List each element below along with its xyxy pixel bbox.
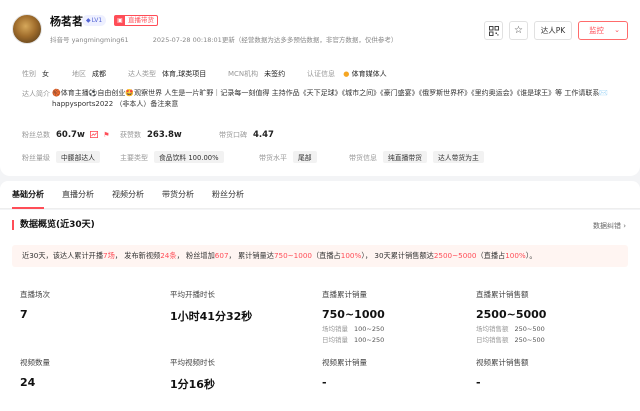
stat-live-gmv: 直播累计销售额 2500~5000 场均销售额 250~500 日均销售额 250~…	[476, 290, 547, 344]
chevron-down-icon: ⌄	[614, 26, 620, 34]
section-title: 数据概览(近30天)	[12, 220, 95, 230]
stat-video-gmv: 视频累计销售额 -	[476, 358, 529, 389]
fans-level: 粉丝量级 中腰部达人	[22, 151, 100, 163]
tab-fans-analysis[interactable]: 粉丝分析	[212, 181, 244, 209]
data-feedback-link[interactable]: 数据纠错 ›	[593, 221, 626, 231]
info-mcn: MCN机构 未签约	[228, 70, 286, 78]
verified-icon: ●	[343, 70, 350, 78]
tab-live-analysis[interactable]: 直播分析	[62, 181, 94, 209]
favorite-button[interactable]: ☆	[509, 21, 528, 40]
info-verification: 认证信息 ● 体育媒体人	[307, 70, 387, 78]
live-icon: ▣	[115, 16, 125, 25]
profile-card: 杨茗茗 ◆ LV1 ▣ 直播带货 抖音号 yangmingming61 2025…	[0, 0, 640, 176]
tab-basic-analysis[interactable]: 基础分析	[12, 181, 44, 209]
sales-reputation: 带货口碑 4.47	[219, 130, 274, 140]
tab-sales-analysis[interactable]: 带货分析	[162, 181, 194, 209]
stat-avg-live-duration: 平均开播时长 1小时41分32秒	[170, 290, 253, 323]
intro-label: 达人简介	[22, 90, 50, 98]
main-category: 主要类型 食品饮料 100.00%	[120, 151, 224, 163]
live-commerce-badge: ▣ 直播带货	[114, 15, 158, 26]
chevron-right-icon: ›	[623, 222, 626, 230]
summary-banner: 近30天，该达人累计开播7场， 发布新视频24条， 粉丝增加607， 累计销量达…	[12, 245, 628, 267]
star-icon: ☆	[514, 25, 523, 36]
stat-video-sales: 视频累计销量 -	[322, 358, 367, 389]
fans-total: 粉丝总数 60.7w ⚑	[22, 130, 110, 140]
data-overview-panel: 数据概览(近30天) 数据纠错 › 近30天，该达人累计开播7场， 发布新视频2…	[0, 210, 640, 411]
stat-live-sales: 直播累计销量 750~1000 场均销量 100~250 日均销量 100~250	[322, 290, 385, 344]
avatar[interactable]	[12, 14, 42, 44]
analysis-tabs: 基础分析 直播分析 视频分析 带货分析 粉丝分析	[0, 181, 640, 209]
level-badge-icon: ◆	[86, 17, 91, 24]
profile-subline: 抖音号 yangmingming61 2025-07-28 00:18:01更新…	[50, 36, 398, 44]
update-time: 2025-07-28 00:18:01更新（经营数据为达多多预估数据，非官方数据…	[152, 36, 398, 44]
info-gender: 性别女	[22, 70, 49, 78]
qrcode-button[interactable]	[484, 21, 503, 40]
qrcode-icon	[488, 25, 499, 36]
stat-live-sessions: 直播场次 7	[20, 290, 50, 321]
sell-info: 带货信息 纯直播带货 达人带货为主	[349, 151, 484, 163]
level-badge: ◆ LV1	[82, 15, 107, 26]
info-region: 地区 成都	[72, 70, 106, 78]
intro-text: 🏀体育主播⚽自由创业🤩观察世界 人生是一片旷野｜记录每一刻值得 主持作品《天下足…	[52, 89, 609, 108]
sell-level: 带货水平 尾部	[259, 151, 317, 163]
influencer-pk-button[interactable]: 达人PK	[534, 21, 572, 40]
trend-chart-icon[interactable]	[90, 131, 99, 138]
stat-avg-video-duration: 平均视频时长 1分16秒	[170, 358, 215, 391]
page: 杨茗茗 ◆ LV1 ▣ 直播带货 抖音号 yangmingming61 2025…	[0, 0, 640, 411]
tab-video-analysis[interactable]: 视频分析	[112, 181, 144, 209]
monitor-button[interactable]: 监控 ⌄	[578, 21, 628, 40]
likes-total: 获赞数 263.8w	[120, 130, 182, 140]
stat-video-count: 视频数量 24	[20, 358, 50, 389]
info-type: 达人类型 体育,球类项目	[128, 70, 207, 78]
influencer-name: 杨茗茗	[50, 15, 83, 28]
flag-icon[interactable]: ⚑	[103, 131, 109, 139]
